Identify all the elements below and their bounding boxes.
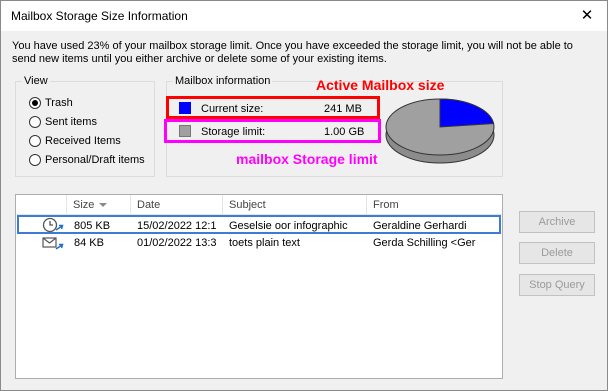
radio-button[interactable] xyxy=(29,135,41,147)
sort-descending-icon xyxy=(99,203,108,208)
radio-trash[interactable]: Trash xyxy=(29,95,73,111)
storage-limit-highlight xyxy=(164,119,381,143)
radio-button[interactable] xyxy=(29,97,41,109)
radio-label: Sent items xyxy=(45,116,97,128)
radio-label: Received Items xyxy=(45,135,121,147)
table-row[interactable]: 84 KB 01/02/2022 13:3 toets plain text G… xyxy=(17,234,501,253)
stop-query-button[interactable]: Stop Query xyxy=(519,274,595,296)
active-size-annotation: Active Mailbox size xyxy=(316,77,445,93)
delete-button[interactable]: Delete xyxy=(519,242,595,264)
close-icon: ✕ xyxy=(580,7,594,24)
mailbox-storage-dialog: Mailbox Storage Size Information ✕ You h… xyxy=(0,0,608,391)
radio-personal-draft-items[interactable]: Personal/Draft items xyxy=(29,152,145,168)
usage-description: You have used 23% of your mailbox storag… xyxy=(12,40,573,65)
title-bar: Mailbox Storage Size Information ✕ xyxy=(1,1,607,31)
items-list[interactable]: Size Date Subject From 805 KB 15/02/2022… xyxy=(15,194,503,379)
radio-received-items[interactable]: Received Items xyxy=(29,133,121,149)
column-separator xyxy=(130,195,131,215)
subject-cell: Geselsie oor infographic xyxy=(229,220,348,232)
column-header-date[interactable]: Date xyxy=(137,199,160,211)
size-cell: 84 KB xyxy=(74,237,104,249)
radio-sent-items[interactable]: Sent items xyxy=(29,114,97,130)
date-cell: 15/02/2022 12:1 xyxy=(137,220,217,232)
view-group: View Trash Sent items Received Items Per… xyxy=(15,75,155,177)
column-separator xyxy=(222,195,223,215)
column-separator xyxy=(366,195,367,215)
subject-cell: toets plain text xyxy=(229,237,300,249)
close-button[interactable]: ✕ xyxy=(571,3,603,27)
view-group-label: View xyxy=(22,75,50,87)
storage-limit-annotation: mailbox Storage limit xyxy=(236,151,378,167)
active-size-highlight xyxy=(166,96,380,119)
from-cell: Geraldine Gerhardi xyxy=(373,220,467,232)
scheduled-mail-icon xyxy=(42,217,64,233)
table-row[interactable]: 805 KB 15/02/2022 12:1 Geselsie oor info… xyxy=(17,215,501,234)
radio-label: Trash xyxy=(45,97,73,109)
archive-button[interactable]: Archive xyxy=(519,211,595,233)
mail-envelope-icon xyxy=(42,237,64,250)
storage-usage-pie xyxy=(385,98,495,164)
radio-button[interactable] xyxy=(29,116,41,128)
size-cell: 805 KB xyxy=(74,220,111,232)
radio-button[interactable] xyxy=(29,154,41,166)
column-header-label: Size xyxy=(73,199,95,211)
column-header-size[interactable]: Size xyxy=(73,199,108,211)
mailbox-information-label: Mailbox information xyxy=(173,75,273,87)
date-cell: 01/02/2022 13:3 xyxy=(137,237,217,249)
column-header-from[interactable]: From xyxy=(373,199,399,211)
column-separator xyxy=(66,195,67,215)
list-header: Size Date Subject From xyxy=(16,195,502,215)
radio-label: Personal/Draft items xyxy=(45,154,145,166)
dialog-title: Mailbox Storage Size Information xyxy=(11,9,188,23)
pie-used-slice xyxy=(439,98,495,128)
column-header-subject[interactable]: Subject xyxy=(229,199,266,211)
from-cell: Gerda Schilling <Ger xyxy=(373,237,476,249)
